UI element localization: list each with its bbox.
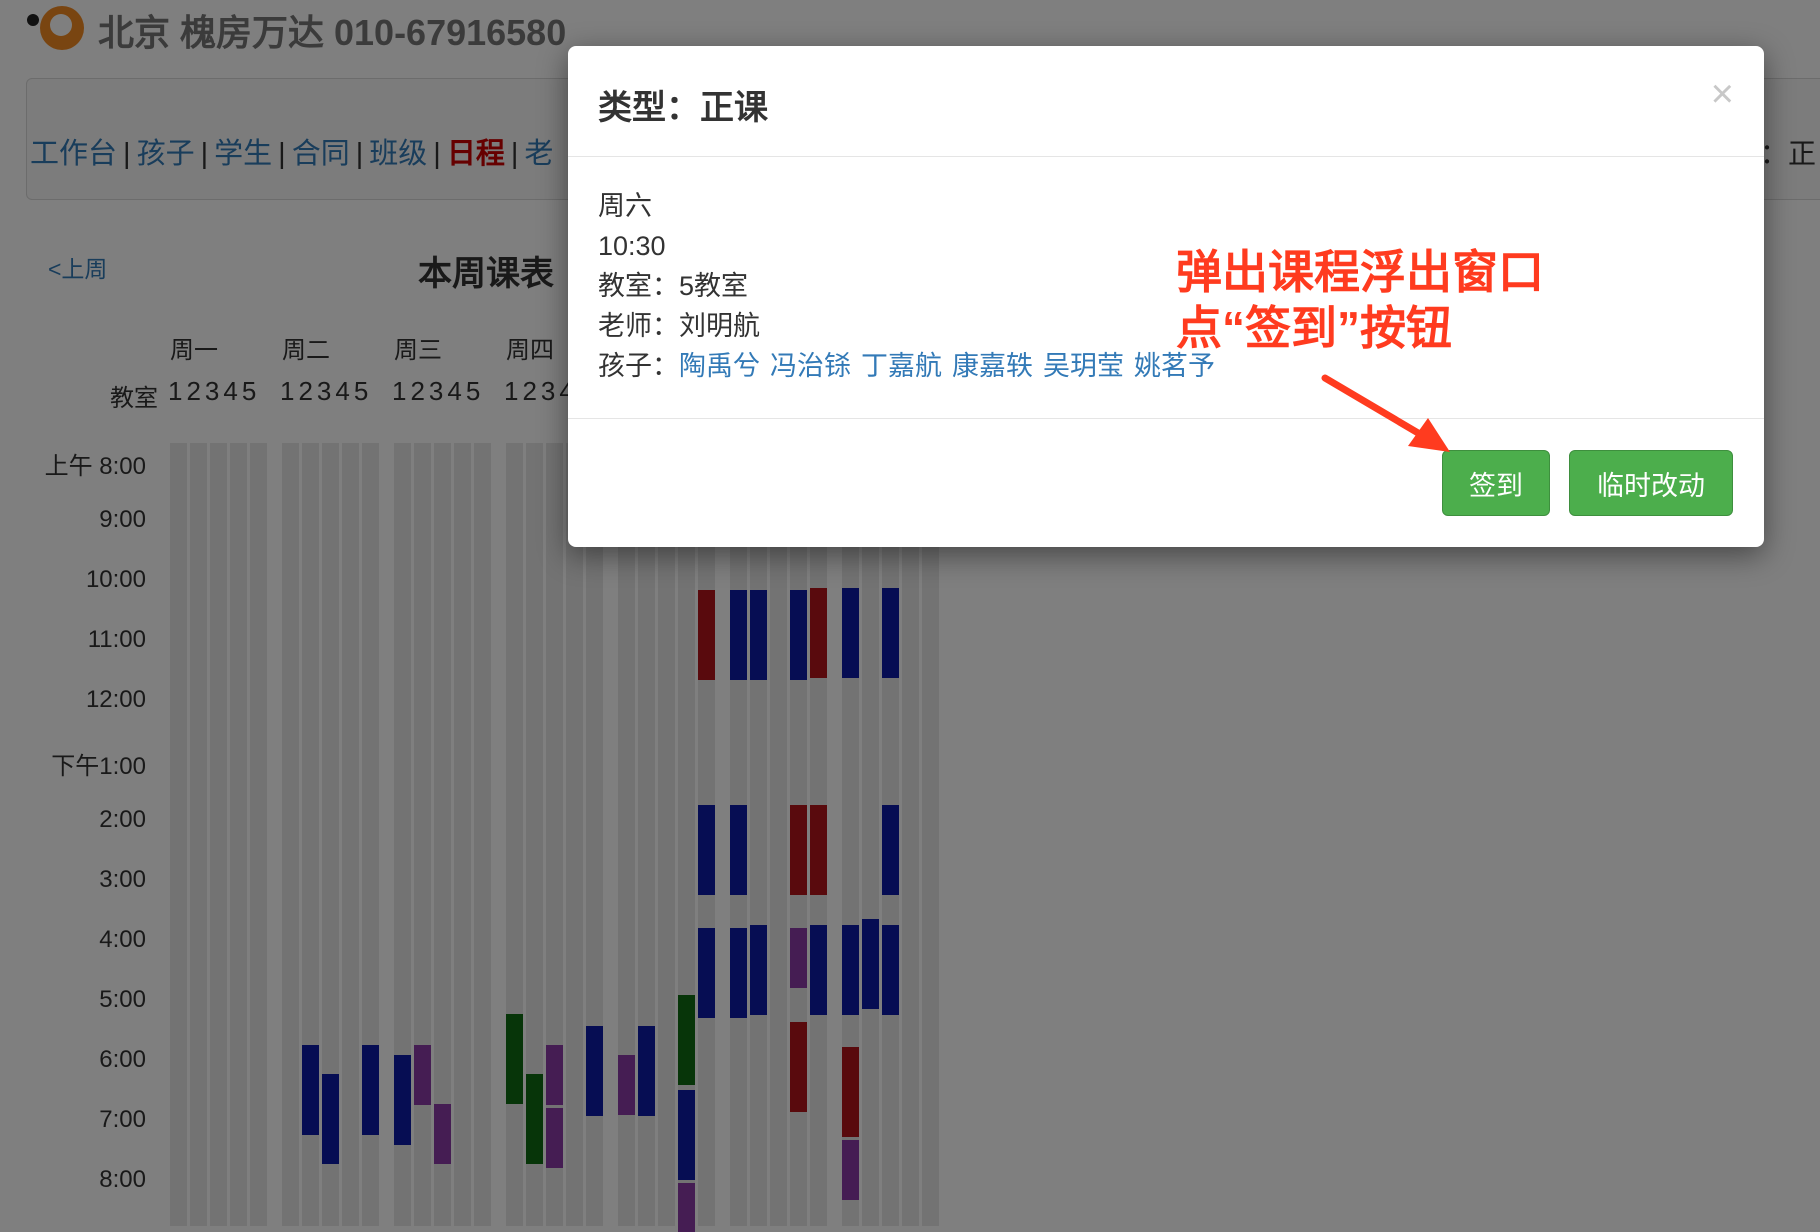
annotation-arrow-icon (1321, 374, 1450, 452)
